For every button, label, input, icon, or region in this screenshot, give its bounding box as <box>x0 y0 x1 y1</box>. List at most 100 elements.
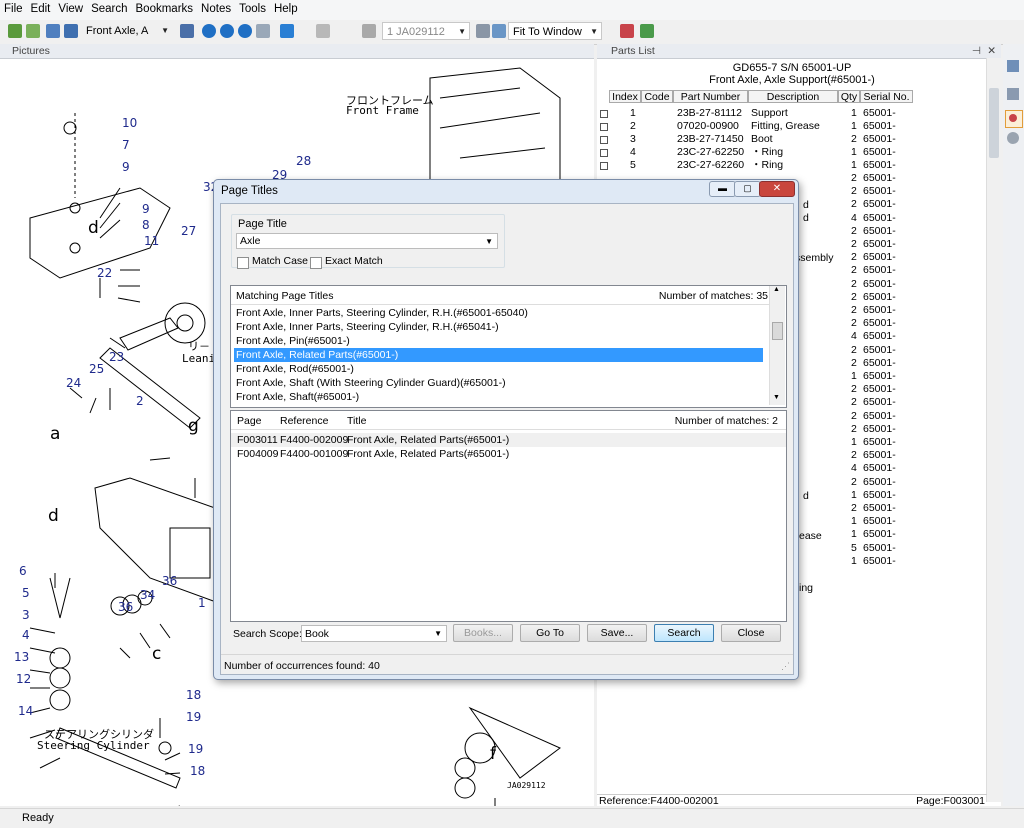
col-title[interactable]: Title <box>347 415 366 427</box>
list-item[interactable]: Front Axle, Pin(#65001-) <box>236 334 350 348</box>
callout-label[interactable]: 18 <box>190 764 205 778</box>
query-combo[interactable]: Axle ▼ <box>236 233 498 249</box>
scroll-thumb[interactable] <box>989 88 999 158</box>
pin-icon[interactable]: ⊣ <box>972 44 981 58</box>
callout-label[interactable]: 23 <box>109 350 124 364</box>
table-row[interactable]: F004009 F4400-001009 Front Axle, Related… <box>231 447 786 461</box>
menu-file[interactable]: File <box>0 0 27 15</box>
chevron-up-icon[interactable]: ▲ <box>773 286 780 293</box>
help-icon[interactable] <box>1007 132 1019 144</box>
callout-label[interactable]: 7 <box>122 138 130 152</box>
callout-label[interactable]: 8 <box>142 218 150 232</box>
callout-label[interactable]: 34 <box>140 588 155 602</box>
callout-label[interactable]: 28 <box>296 154 311 168</box>
search-icon[interactable] <box>1005 110 1023 128</box>
table-row[interactable]: 3 23B-27-71450 Boot 2 65001- <box>597 133 987 146</box>
book-combo[interactable]: Front Axle, A ▼ <box>82 22 172 40</box>
menu-search[interactable]: Search <box>87 0 131 15</box>
copy-icon[interactable] <box>1007 88 1019 100</box>
callout-label[interactable]: 12 <box>16 672 31 686</box>
cart-icon[interactable] <box>640 24 654 38</box>
search-scope-select[interactable]: Book ▼ <box>301 625 447 642</box>
chevron-down-icon[interactable]: ▼ <box>773 394 780 401</box>
book-icon[interactable] <box>64 24 78 38</box>
callout-label[interactable]: 13 <box>14 650 29 664</box>
maximize-button[interactable]: ▢ <box>734 181 761 197</box>
col-page[interactable]: Page <box>237 415 262 427</box>
row-checkbox[interactable] <box>600 149 608 157</box>
table-row[interactable]: 2 07020-00900 Fitting, Grease 1 65001- <box>597 120 987 133</box>
table-row[interactable]: 1 23B-27-81112 Support 1 65001- <box>597 107 987 120</box>
col-code[interactable]: Code <box>641 90 673 103</box>
print-icon[interactable] <box>1007 60 1019 72</box>
row-checkbox[interactable] <box>600 123 608 131</box>
zoom-icon[interactable] <box>476 24 490 38</box>
callout-label[interactable]: 22 <box>97 266 112 280</box>
link-icon[interactable] <box>620 24 634 38</box>
down-icon[interactable] <box>220 24 234 38</box>
callout-label[interactable]: 4 <box>22 628 30 642</box>
col-description[interactable]: Description <box>748 90 838 103</box>
list-item[interactable]: Front Axle, Shaft (With Steering Cylinde… <box>236 376 506 390</box>
resize-grip-icon[interactable]: ⋰ <box>781 661 790 672</box>
zoom-combo[interactable]: Fit To Window ▼ <box>508 22 602 40</box>
col-serial[interactable]: Serial No. <box>860 90 913 103</box>
col-qty[interactable]: Qty <box>838 90 860 103</box>
row-checkbox[interactable] <box>600 110 608 118</box>
up-icon[interactable] <box>202 24 216 38</box>
list-item[interactable]: Front Axle, Shaft(#65001-) <box>236 390 359 404</box>
save-button[interactable]: Save... <box>587 624 647 642</box>
callout-label[interactable]: 18 <box>186 688 201 702</box>
next-icon[interactable] <box>238 24 252 38</box>
table-row[interactable]: 5 23C-27-62260 ・Ring 1 65001- <box>597 159 987 172</box>
back-icon[interactable] <box>8 24 22 38</box>
callout-label[interactable]: 10 <box>122 116 137 130</box>
scroll-thumb[interactable] <box>772 322 783 340</box>
menu-notes[interactable]: Notes <box>197 0 235 15</box>
search-button[interactable]: Search <box>654 624 714 642</box>
page-icon[interactable] <box>256 24 270 38</box>
page-combo[interactable]: 1 JA029112 ▼ <box>382 22 470 40</box>
callout-label[interactable]: 36 <box>162 574 177 588</box>
list-item[interactable]: Front Axle, Rod(#65001-) <box>236 362 354 376</box>
menu-view[interactable]: View <box>54 0 87 15</box>
menu-edit[interactable]: Edit <box>27 0 55 15</box>
callout-label[interactable]: 27 <box>181 224 196 238</box>
bookmark-icon[interactable] <box>280 24 294 38</box>
callout-label[interactable]: 24 <box>66 376 81 390</box>
close-icon[interactable]: ✕ <box>987 44 996 58</box>
print-icon[interactable] <box>362 24 376 38</box>
col-part-number[interactable]: Part Number <box>673 90 748 103</box>
parts-scrollbar[interactable] <box>986 58 1001 802</box>
toc-icon[interactable] <box>180 24 194 38</box>
col-reference[interactable]: Reference <box>280 415 328 427</box>
callout-label[interactable]: 11 <box>144 234 159 248</box>
callout-label[interactable]: 1 <box>198 596 206 610</box>
callout-label[interactable]: 9 <box>142 202 150 216</box>
callout-label[interactable]: 14 <box>18 704 33 718</box>
titles-scrollbar[interactable]: ▲ ▼ <box>769 286 785 405</box>
goto-button[interactable]: Go To <box>520 624 580 642</box>
home-icon[interactable] <box>46 24 60 38</box>
menu-bookmarks[interactable]: Bookmarks <box>132 0 198 15</box>
fit-icon[interactable] <box>492 24 506 38</box>
callout-label[interactable]: 9 <box>122 160 130 174</box>
table-row[interactable]: F003011 F4400-002009 Front Axle, Related… <box>231 433 786 447</box>
callout-label[interactable]: 19 <box>188 742 203 756</box>
minimize-button[interactable]: ▬ <box>709 181 736 197</box>
note-icon[interactable] <box>316 24 330 38</box>
callout-label[interactable]: 36 <box>118 600 133 614</box>
list-item[interactable]: Front Axle, Inner Parts, Steering Cylind… <box>236 306 528 320</box>
callout-label[interactable]: 6 <box>19 564 27 578</box>
match-case-checkbox[interactable] <box>237 257 249 269</box>
list-item[interactable]: Front Axle, Inner Parts, Steering Cylind… <box>236 320 499 334</box>
callout-label[interactable]: 2 <box>136 394 144 408</box>
close-window-button[interactable]: ✕ <box>759 181 795 197</box>
table-row[interactable]: 4 23C-27-62250 ・Ring 1 65001- <box>597 146 987 159</box>
books-button[interactable]: Books... <box>453 624 513 642</box>
row-checkbox[interactable] <box>600 136 608 144</box>
menu-help[interactable]: Help <box>270 0 302 15</box>
col-index[interactable]: Index <box>609 90 641 103</box>
exact-match-checkbox[interactable] <box>310 257 322 269</box>
list-item-selected[interactable]: Front Axle, Related Parts(#65001-) <box>234 348 763 362</box>
